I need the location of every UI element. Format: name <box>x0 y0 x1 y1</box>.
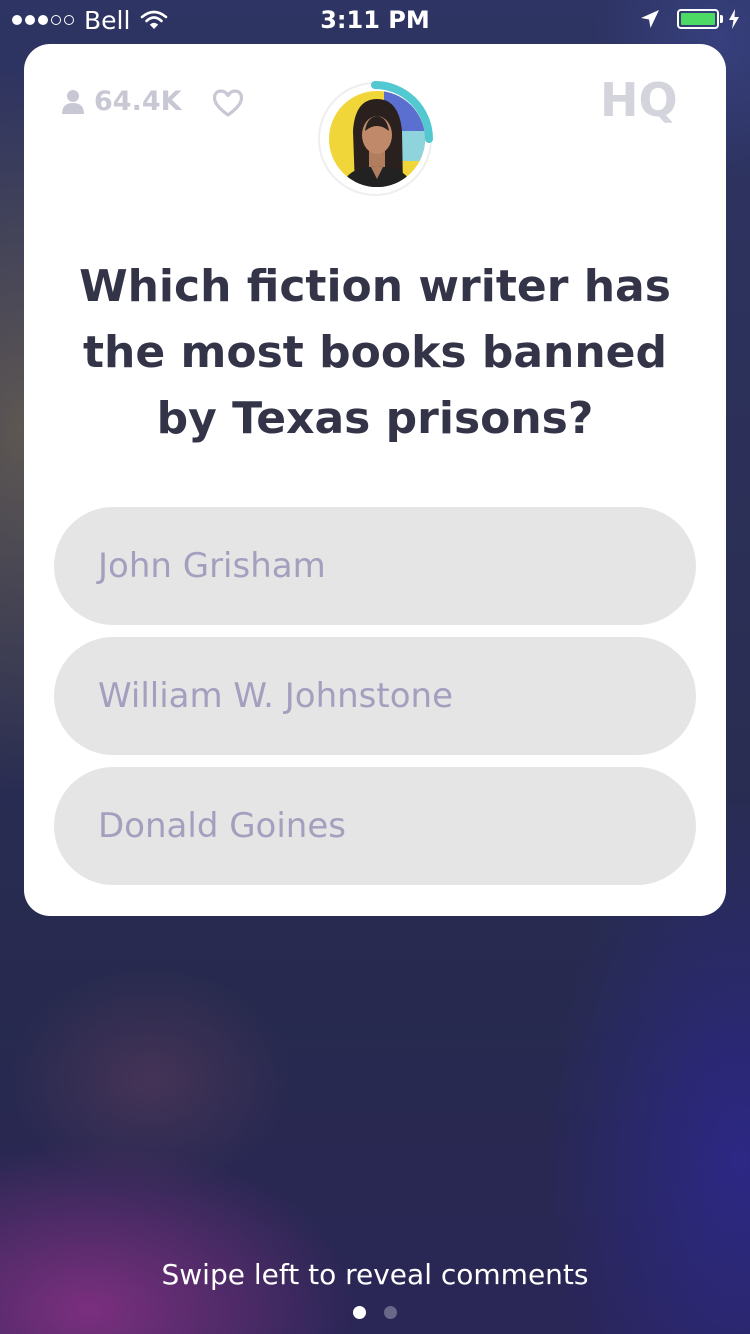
battery-level-fill <box>681 13 715 25</box>
page-dot-2[interactable] <box>384 1306 397 1319</box>
viewer-count: 64.4K <box>62 86 182 117</box>
viewer-count-value: 64.4K <box>94 86 182 117</box>
answer-option-2[interactable]: William W. Johnstone <box>54 637 696 755</box>
answer-label: John Grisham <box>98 546 326 586</box>
answer-option-1[interactable]: John Grisham <box>54 507 696 625</box>
status-right <box>639 8 740 30</box>
charging-bolt-icon <box>729 9 739 29</box>
status-time: 3:11 PM <box>320 6 430 34</box>
battery-icon <box>677 9 719 29</box>
person-icon <box>62 89 84 114</box>
answer-label: William W. Johnstone <box>98 676 453 716</box>
answer-option-3[interactable]: Donald Goines <box>54 767 696 885</box>
heart-icon[interactable] <box>212 88 244 118</box>
host-avatar <box>329 91 425 187</box>
page-dot-1[interactable] <box>353 1306 366 1319</box>
hq-logo-text: HQ <box>600 74 678 126</box>
hq-logo: HQ <box>600 74 678 126</box>
status-bar: Bell 3:11 PM <box>0 0 750 40</box>
answer-label: Donald Goines <box>98 806 346 846</box>
host-portrait-image <box>329 91 425 187</box>
question-card: 64.4K HQ Which fiction writer has the mo… <box>24 44 726 916</box>
page-indicator <box>0 1306 750 1319</box>
location-arrow-icon <box>641 10 659 28</box>
swipe-hint: Swipe left to reveal comments <box>161 1258 589 1291</box>
battery-tip <box>720 15 723 23</box>
question-text: Which fiction writer has the most books … <box>79 261 671 444</box>
